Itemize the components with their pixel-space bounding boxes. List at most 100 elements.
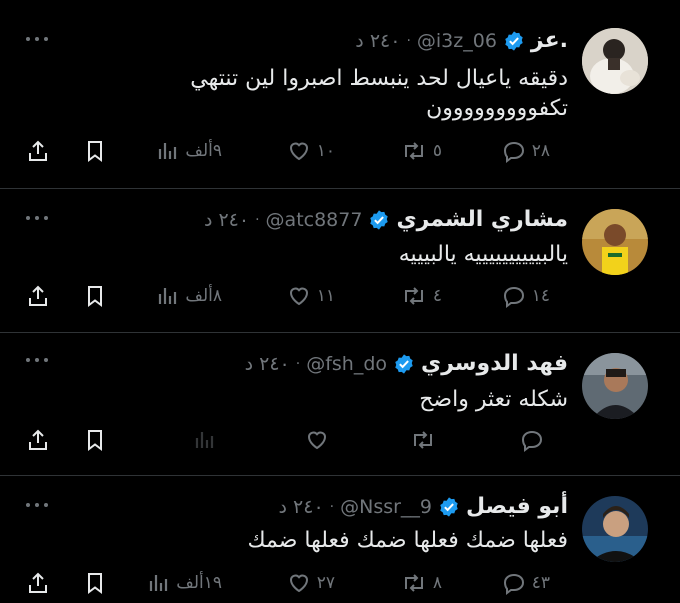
author-name[interactable]: عز. (531, 28, 568, 53)
bookmark-button[interactable] (84, 425, 106, 455)
retweet-icon (404, 287, 423, 305)
like-count: ١١ (316, 286, 335, 306)
bookmark-icon (88, 141, 102, 162)
tweet-text: فعلها ضمك فعلها ضمك فعلها ضمك (98, 526, 568, 556)
bookmark-button[interactable] (84, 136, 106, 166)
retweet-count: ٨ (432, 573, 442, 593)
reply-icon (503, 286, 524, 308)
share-button[interactable] (26, 136, 50, 166)
retweet-count: ٤ (432, 286, 442, 306)
share-icon (29, 572, 47, 593)
avatar-image (582, 28, 648, 94)
bookmark-button[interactable] (84, 281, 106, 311)
share-button[interactable] (26, 281, 50, 311)
like-button[interactable]: ٢٧ (287, 568, 335, 598)
tweet-text: دقيقه ياعيال لحد ينبسط اصبروا لين تنتهي … (98, 64, 568, 124)
reply-count: ١٤ (531, 286, 550, 306)
author-name[interactable]: أبو فيصل (466, 494, 568, 519)
tweet-text-line: شكله تعثر واضح (419, 387, 568, 412)
retweet-button[interactable]: ٨ (401, 568, 442, 598)
verified-icon (440, 496, 458, 517)
retweet-count: ٥ (432, 141, 442, 161)
bookmark-icon (88, 573, 102, 594)
retweet-icon (404, 142, 423, 160)
author-handle[interactable]: @fsh_do (306, 353, 387, 375)
time-ago[interactable]: ٢٤٠ د (245, 353, 290, 375)
retweet-icon (404, 574, 423, 592)
action-bar: ٤٣ ٨ ٢٧ ١٩ألف (0, 568, 680, 598)
verified-icon (370, 209, 389, 230)
separator-dot: · (255, 211, 260, 228)
tweet-1[interactable]: عز. ٢٤٠ د · @i3z_06 دقيقه ياعيال لحد ينب… (0, 0, 680, 188)
like-button[interactable] (305, 425, 335, 455)
author-handle[interactable]: @i3z_06 (417, 30, 497, 52)
views-count: ٩ألف (185, 141, 222, 161)
avatar[interactable] (582, 209, 648, 275)
reply-button[interactable] (520, 425, 550, 455)
views-button[interactable] (194, 425, 222, 455)
like-button[interactable]: ١٠ (287, 136, 335, 166)
like-icon (289, 574, 308, 593)
tweet-text-line: يالبييييييييييه يالبيييه (398, 242, 568, 267)
views-button[interactable]: ٨ألف (157, 281, 222, 311)
share-button[interactable] (26, 568, 50, 598)
action-bar (0, 425, 680, 455)
bookmark-icon (88, 430, 102, 451)
author-name[interactable]: مشاري الشمري (396, 207, 568, 232)
tweet-2[interactable]: مشاري الشمري ٢٤٠ د · @atc8877 يالبيييييي… (0, 189, 680, 332)
time-ago[interactable]: ٢٤٠ د (204, 209, 249, 231)
avatar-image (582, 353, 648, 419)
more-icon[interactable] (26, 213, 48, 223)
avatar[interactable] (582, 353, 648, 419)
more-icon[interactable] (26, 355, 48, 365)
retweet-icon (414, 431, 432, 449)
tweet-text: شكله تعثر واضح (98, 385, 568, 415)
share-icon (29, 429, 47, 450)
bookmark-icon (88, 286, 102, 307)
views-icon (159, 143, 177, 159)
action-bar: ١٤ ٤ ١١ ٨ألف (0, 281, 680, 311)
avatar[interactable] (582, 28, 648, 94)
share-icon (29, 285, 47, 306)
tweet-4[interactable]: أبو فيصل ٢٤٠ د · @Nssr__9 فعلها ضمك فعله… (0, 476, 680, 603)
reply-button[interactable]: ١٤ (502, 281, 550, 311)
like-icon (289, 142, 308, 161)
reply-button[interactable]: ٢٨ (502, 136, 550, 166)
like-count: ٢٧ (316, 573, 335, 593)
share-button[interactable] (26, 425, 50, 455)
views-count: ١٩ألف (176, 573, 222, 593)
separator-dot: · (295, 355, 301, 372)
retweet-button[interactable]: ٥ (401, 136, 442, 166)
time-ago[interactable]: ٢٤٠ د (355, 30, 400, 52)
retweet-button[interactable]: ٤ (401, 281, 442, 311)
views-button[interactable]: ٩ألف (157, 136, 222, 166)
like-icon (289, 287, 308, 306)
avatar-image (582, 496, 648, 562)
tweet-text: يالبييييييييييه يالبيييه (98, 240, 568, 270)
reply-count: ٢٨ (531, 141, 550, 161)
avatar-image (582, 209, 648, 275)
retweet-button[interactable] (410, 425, 442, 455)
time-ago[interactable]: ٢٤٠ د (279, 496, 324, 518)
tweet-3[interactable]: فهد الدوسري ٢٤٠ د · @fsh_do شكله تعثر وا… (0, 333, 680, 475)
views-icon (195, 432, 214, 448)
more-icon[interactable] (26, 34, 48, 44)
like-icon (307, 431, 327, 450)
like-button[interactable]: ١١ (287, 281, 335, 311)
separator-dot: · (406, 32, 411, 49)
bookmark-button[interactable] (84, 568, 106, 598)
author-name[interactable]: فهد الدوسري (421, 351, 568, 376)
reply-icon (503, 141, 524, 163)
author-handle[interactable]: @Nssr__9 (340, 496, 432, 518)
reply-button[interactable]: ٤٣ (502, 568, 550, 598)
like-count: ١٠ (316, 141, 335, 161)
reply-icon (521, 430, 543, 452)
action-bar: ٢٨ ٥ ١٠ ٩ألف (0, 136, 680, 166)
author-handle[interactable]: @atc8877 (266, 209, 363, 231)
tweet-text-line: تكفووووووووون (426, 96, 568, 121)
views-button[interactable]: ١٩ألف (148, 568, 222, 598)
avatar[interactable] (582, 496, 648, 562)
tweet-text-line: دقيقه ياعيال لحد ينبسط اصبروا لين تنتهي (190, 66, 568, 91)
share-icon (29, 140, 47, 161)
more-icon[interactable] (26, 500, 48, 510)
